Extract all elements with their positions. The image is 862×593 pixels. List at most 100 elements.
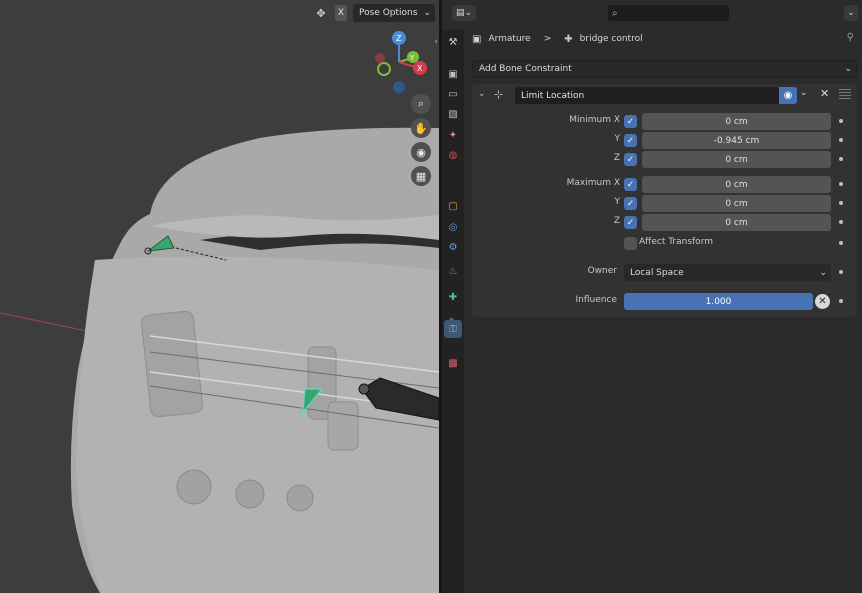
min-z-row: Z ✓ 0 cm [472, 151, 857, 168]
max-z-label: Z [613, 216, 620, 226]
constraint-name-field[interactable]: Limit Location [515, 87, 779, 104]
chevron-down-icon[interactable]: ⌄ [844, 5, 858, 21]
gizmo-toggle-icon[interactable]: ✥ [313, 5, 329, 21]
min-y-row: Y ✓ -0.945 cm [472, 132, 857, 149]
physics-icon[interactable]: ♨ [444, 262, 462, 280]
close-icon[interactable]: ✕ [820, 87, 829, 100]
max-x-row: Maximum X ✓ 0 cm [472, 176, 857, 193]
keyframe-dot-icon[interactable] [839, 220, 843, 224]
properties-editor-icon[interactable]: ▤⌄ [452, 5, 476, 21]
chevron-down-icon: ⌄ [844, 64, 852, 74]
bone-constraint-icon[interactable]: ⚿ [444, 320, 462, 338]
limit-location-icon: ⊹ [494, 88, 504, 101]
keyframe-dot-icon[interactable] [839, 299, 843, 303]
keyframe-dot-icon[interactable] [839, 241, 843, 245]
gizmo-y-label: Y [409, 54, 415, 62]
max-y-label: Y [614, 197, 621, 207]
add-bone-constraint-dropdown[interactable]: Add Bone Constraint ⌄ [472, 60, 857, 78]
object-icon[interactable]: ▢ [444, 197, 462, 215]
min-z-label: Z [613, 153, 620, 163]
object-data-icon[interactable]: ✚ [444, 288, 462, 306]
affect-transform-checkbox[interactable] [624, 237, 637, 250]
particles-icon[interactable]: ⚙ [444, 238, 462, 256]
properties-tabs: ⚒ ▣ ▭ ▧ ✦ ◍ ▢ ◎ ⚙ ♨ ✚ ✎ ⚿ ▩ [442, 30, 464, 593]
max-y-checkbox[interactable]: ✓ [624, 197, 637, 210]
affect-transform-label: Affect Transform [639, 237, 713, 247]
guitar-front [76, 256, 439, 593]
chevron-down-icon: ⌄ [423, 8, 431, 18]
pin-icon[interactable]: ⚲ [847, 32, 854, 43]
min-y-checkbox[interactable]: ✓ [624, 134, 637, 147]
render-icon[interactable]: ▣ [444, 65, 462, 83]
influence-slider[interactable]: 1.000 [624, 293, 813, 310]
breadcrumb: ▣ Armature > ✚ bridge control [472, 31, 643, 47]
disable-keep-transform-icon[interactable]: ✕ [815, 294, 830, 309]
collapse-arrow-icon[interactable]: ⌄ [478, 89, 486, 99]
texture-icon[interactable]: ▩ [444, 354, 462, 372]
max-z-checkbox[interactable]: ✓ [624, 216, 637, 229]
max-y-field[interactable]: 0 cm [642, 195, 831, 212]
3d-viewport[interactable]: Z Y X ✥ X Pose Options ⌄ ‹ ⌕ ✋ ◉ ▦ [0, 0, 439, 593]
max-x-checkbox[interactable]: ✓ [624, 178, 637, 191]
chevron-down-icon[interactable]: ⌄ [800, 88, 808, 98]
max-x-field[interactable]: 0 cm [642, 176, 831, 193]
zoom-icon[interactable]: ⌕ [411, 94, 431, 114]
drag-handle-icon[interactable] [839, 89, 851, 99]
bone-icon: ✚ [564, 33, 573, 45]
min-x-row: Minimum X ✓ 0 cm [472, 113, 857, 130]
add-bone-constraint-label: Add Bone Constraint [479, 64, 572, 74]
max-y-row: Y ✓ 0 cm [472, 195, 857, 212]
max-z-field[interactable]: 0 cm [642, 214, 831, 231]
owner-space-value: Local Space [630, 267, 684, 278]
camera-icon[interactable]: ◉ [411, 142, 431, 162]
pose-options-dropdown[interactable]: Pose Options ⌄ [353, 4, 435, 22]
influence-label: Influence [575, 295, 617, 305]
bone-dark-head [358, 383, 370, 395]
affect-transform-row: Affect Transform [472, 235, 857, 252]
scene-icon[interactable]: ✦ [444, 126, 462, 144]
x-mirror-toggle[interactable]: X [335, 5, 348, 21]
min-z-checkbox[interactable]: ✓ [624, 153, 637, 166]
breadcrumb-separator: > [543, 34, 552, 44]
search-input[interactable]: ⌕ [608, 5, 729, 21]
min-z-field[interactable]: 0 cm [642, 151, 831, 168]
max-z-row: Z ✓ 0 cm [472, 214, 857, 231]
knob-3 [286, 484, 314, 512]
search-icon: ⌕ [612, 7, 618, 19]
view-layer-icon[interactable]: ▧ [444, 105, 462, 123]
grid-icon[interactable]: ▦ [411, 166, 431, 186]
min-x-checkbox[interactable]: ✓ [624, 115, 637, 128]
pickup-left [141, 310, 203, 418]
limit-location-panel: ⌄ ⊹ Limit Location ◉ ⌄ ✕ Minimum X ✓ 0 c… [472, 84, 857, 317]
chevron-left-icon[interactable]: ‹ [434, 37, 438, 47]
min-y-label: Y [614, 134, 621, 144]
output-icon[interactable]: ▭ [444, 85, 462, 103]
owner-space-dropdown[interactable]: Local Space ⌄ [624, 264, 831, 281]
constraint-header: ⌄ ⊹ Limit Location ◉ ⌄ ✕ [472, 84, 857, 106]
scene-render[interactable]: Z Y X [0, 0, 439, 593]
world-icon[interactable]: ◍ [444, 146, 462, 164]
keyframe-dot-icon[interactable] [839, 138, 843, 142]
hand-pan-icon[interactable]: ✋ [411, 118, 431, 138]
x-axis-line [0, 312, 93, 333]
armature-object-icon: ▣ [472, 33, 482, 45]
knob-2 [235, 479, 265, 509]
keyframe-dot-icon[interactable] [839, 182, 843, 186]
min-x-field[interactable]: 0 cm [642, 113, 831, 130]
owner-row: Owner Local Space ⌄ [472, 264, 857, 281]
min-y-field[interactable]: -0.945 cm [642, 132, 831, 149]
keyframe-dot-icon[interactable] [839, 119, 843, 123]
bridge-saddle [327, 401, 359, 451]
keyframe-dot-icon[interactable] [839, 157, 843, 161]
navigation-gizmo: Z Y X [375, 31, 427, 93]
viewport-header: ✥ X Pose Options ⌄ [313, 4, 435, 22]
modifier-icon[interactable]: ◎ [444, 218, 462, 236]
chevron-down-icon: ⌄ [819, 267, 827, 278]
eye-icon[interactable]: ◉ [779, 87, 797, 104]
min-x-label: Minimum X [569, 115, 620, 125]
keyframe-dot-icon[interactable] [839, 201, 843, 205]
gizmo-neg-y [377, 62, 391, 76]
knob-1 [176, 469, 212, 505]
tool-icon[interactable]: ⚒ [444, 33, 462, 51]
keyframe-dot-icon[interactable] [839, 270, 843, 274]
